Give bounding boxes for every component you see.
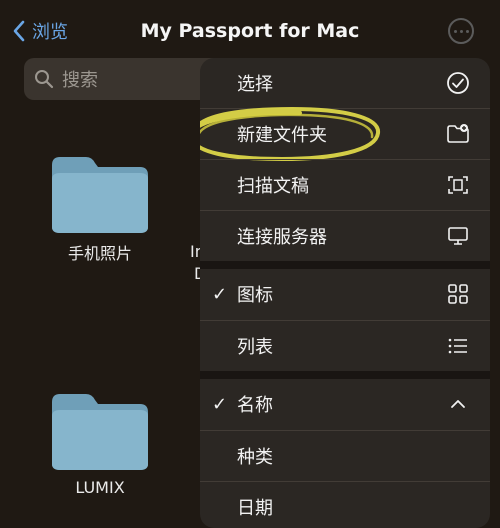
menu-item-label: 种类 [237,447,273,468]
section-divider [200,371,490,379]
chevron-up-icon [451,400,465,408]
menu-item-date[interactable]: 日期 [200,482,490,528]
menu-item-scan-document[interactable]: 扫描文稿 [200,160,490,210]
menu-item-select[interactable]: 选择 [200,58,490,108]
menu-item-label: 连接服务器 [237,227,327,248]
more-options-button[interactable] [448,18,474,44]
scan-document-icon [448,176,468,194]
menu-item-icons[interactable]: ✓ 图标 [200,269,490,319]
checkmark-circle-icon [447,72,469,94]
search-placeholder: 搜索 [62,70,98,91]
folder-item[interactable] [50,392,150,472]
menu-item-label: 扫描文稿 [237,176,309,197]
folder-label: LUMIX [75,478,125,497]
menu-item-list[interactable]: 列表 [200,321,490,371]
menu-item-kind[interactable]: 种类 [200,431,490,481]
options-menu: 选择 新建文件夹 扫描文稿 连接服务器 ✓ 图标 列表 ✓ 名称 种类 日期 [200,58,490,528]
list-icon [448,338,467,354]
menu-item-label: 图标 [237,285,273,306]
menu-item-label: 选择 [237,74,273,95]
menu-item-connect-server[interactable]: 连接服务器 [200,211,490,261]
checkmark-icon: ✓ [212,393,228,415]
folder-icon [52,394,148,470]
search-icon [35,70,54,89]
page-title: My Passport for Mac [140,20,360,42]
menu-item-name[interactable]: ✓ 名称 [200,379,490,429]
folder-item[interactable] [50,155,150,235]
menu-item-label: 名称 [237,395,273,416]
grid-icon [448,284,468,304]
menu-item-label: 日期 [237,498,273,519]
section-divider [200,261,490,269]
folder-icon [52,157,148,233]
ellipsis-icon [453,29,457,33]
new-folder-icon [447,124,469,143]
menu-item-new-folder[interactable]: 新建文件夹 [200,106,490,162]
folder-label: 手机照片 [67,244,132,263]
menu-item-label: 列表 [237,337,273,358]
navigation-bar: 浏览 My Passport for Mac [0,0,500,60]
menu-item-label: 新建文件夹 [237,125,327,146]
checkmark-icon: ✓ [212,283,228,305]
monitor-icon [448,227,468,245]
